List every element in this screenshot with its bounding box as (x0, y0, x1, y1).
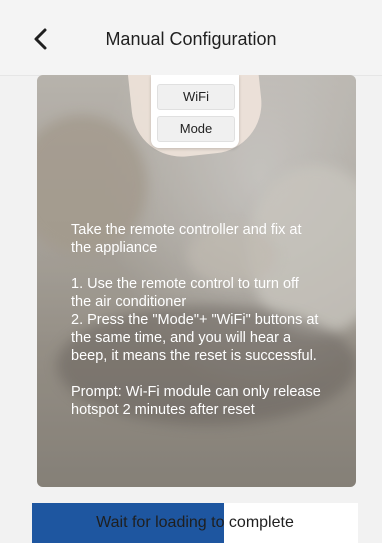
instruction-step-1: 1. Use the remote control to turn off th… (71, 276, 299, 310)
instruction-card: WiFi Mode Take the remote controller and… (37, 75, 356, 487)
loading-label: Wait for loading to complete (96, 514, 294, 531)
manual-configuration-screen: Manual Configuration WiFi Mode Take the … (0, 0, 382, 543)
remote-wifi-button: WiFi (157, 84, 235, 110)
instruction-step-2: 2. Press the "Mode"+ "WiFi" buttons at t… (71, 312, 319, 364)
instructions-text: Take the remote controller and fix at th… (71, 221, 321, 437)
page-title: Manual Configuration (105, 29, 277, 49)
wait-loading-button[interactable]: Wait for loading to complete (32, 503, 358, 543)
remote-mode-button: Mode (157, 116, 235, 142)
instruction-intro: Take the remote controller and fix at th… (71, 222, 302, 256)
remote-controller-illustration: WiFi Mode (151, 75, 239, 148)
header-bar: Manual Configuration (0, 0, 382, 76)
instruction-prompt: Prompt: Wi-Fi module can only release ho… (71, 384, 321, 418)
